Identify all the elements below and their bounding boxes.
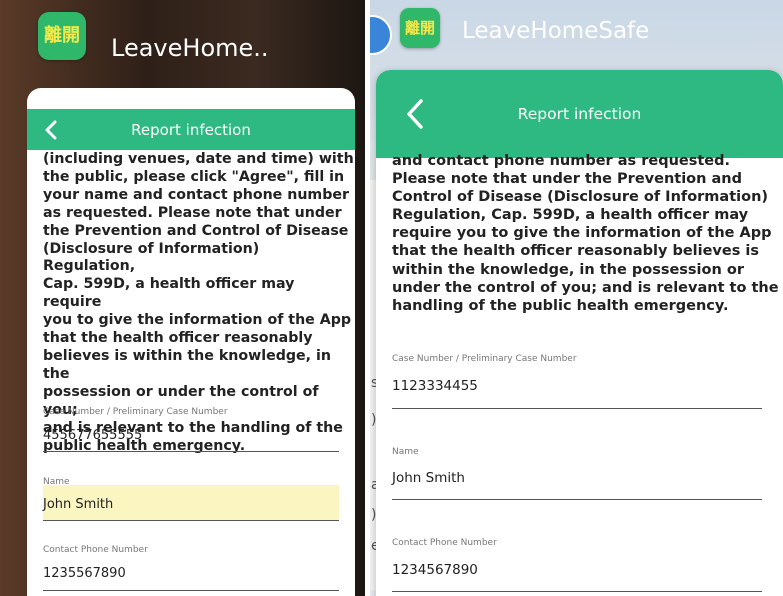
report-card: Report infection (including venues, date… bbox=[27, 88, 355, 596]
header-bar: Report infection bbox=[27, 109, 355, 150]
app-title: LeaveHome.. bbox=[111, 34, 269, 62]
phone-label: Contact Phone Number bbox=[392, 538, 497, 548]
disclaimer-text: and contact phone number as requested. P… bbox=[392, 152, 782, 315]
text-line: within the knowledge, in the possession … bbox=[392, 261, 744, 278]
phone-input[interactable]: 1235567890 bbox=[43, 566, 126, 581]
field-underline bbox=[43, 520, 339, 521]
text-line: (including venues, date and time) with bbox=[43, 151, 354, 167]
text-line: that the health officer reasonably bbox=[43, 330, 313, 347]
text-line: Control of Disease (Disclosure of Inform… bbox=[392, 189, 769, 206]
case-number-input[interactable]: 455677655555 bbox=[43, 428, 142, 443]
text-line: Regulation, Cap. 599D, a health officer … bbox=[392, 207, 749, 224]
text-line: as requested. Please note that under bbox=[43, 204, 342, 221]
text-line: require you to give the information of t… bbox=[392, 225, 772, 242]
text-line: and contact phone number as requested. bbox=[392, 153, 731, 169]
text-line: (Disclosure of Information) Regulation, bbox=[43, 240, 260, 275]
app-logo-glyph: 離開 bbox=[404, 19, 435, 37]
phone-label: Contact Phone Number bbox=[43, 545, 148, 555]
text-line: your name and contact phone number bbox=[43, 186, 349, 203]
app-logo-glyph: 離開 bbox=[44, 25, 80, 46]
text-line: the public, please click "Agree", fill i… bbox=[43, 168, 345, 185]
text-line: handling of the public health emergency. bbox=[392, 297, 729, 314]
field-underline bbox=[392, 408, 762, 409]
phone-input[interactable]: 1234567890 bbox=[392, 562, 478, 578]
page-title: Report infection bbox=[131, 120, 251, 139]
app-icon[interactable]: 離開 bbox=[38, 12, 86, 60]
name-input[interactable]: John Smith bbox=[43, 497, 113, 512]
name-label: Name bbox=[43, 477, 70, 487]
page-title: Report infection bbox=[517, 105, 642, 123]
app-title: LeaveHomeSafe bbox=[462, 18, 650, 44]
field-underline bbox=[43, 451, 339, 452]
field-underline bbox=[43, 590, 339, 591]
header-bar: Report infection bbox=[376, 70, 783, 158]
text-line: Cap. 599D, a health officer may require bbox=[43, 276, 295, 311]
case-number-input[interactable]: 1123334455 bbox=[392, 378, 478, 394]
left-screenshot: 離開 LeaveHome.. Report infection (includi… bbox=[0, 0, 365, 596]
report-card: Report infection and contact phone numbe… bbox=[376, 70, 783, 596]
text-line: you to give the information of the App bbox=[43, 312, 352, 329]
text-line: that the health officer reasonably belie… bbox=[392, 243, 760, 260]
right-screenshot: 離開 LeaveHomeSafe s ) a ) e Report infect… bbox=[370, 0, 783, 596]
field-underline bbox=[392, 591, 762, 592]
field-underline bbox=[392, 499, 762, 500]
text-line: Please note that under the Prevention an… bbox=[392, 171, 742, 188]
text-line: under the control of you; and is relevan… bbox=[392, 279, 779, 296]
app-icon[interactable]: 離開 bbox=[400, 8, 440, 48]
case-number-label: Case Number / Preliminary Case Number bbox=[43, 407, 228, 417]
text-line: believes is within the knowledge, in the bbox=[43, 347, 331, 382]
name-label: Name bbox=[392, 447, 419, 457]
case-number-label: Case Number / Preliminary Case Number bbox=[392, 354, 577, 364]
text-line: the Prevention and Control of Disease bbox=[43, 222, 349, 239]
name-input[interactable]: John Smith bbox=[392, 470, 465, 486]
